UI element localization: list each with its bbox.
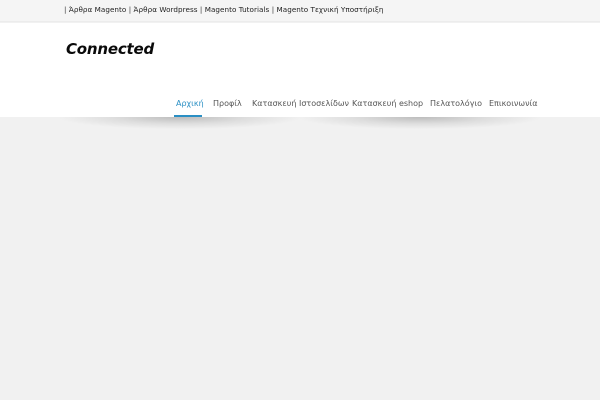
nav-item-contact[interactable]: Επικοινωνία — [489, 99, 538, 117]
nav-item-profile[interactable]: Προφίλ — [213, 99, 242, 117]
page: | Άρθρα Magento | Άρθρα Wordpress | Mage… — [0, 0, 600, 400]
top-links: | Άρθρα Magento | Άρθρα Wordpress | Mage… — [64, 5, 384, 14]
top-link-separator: | — [126, 5, 134, 14]
nav-item-eshop[interactable]: Κατασκευή eshop — [352, 99, 423, 117]
top-link-magento-support[interactable]: Magento Τεχνική Υποστήριξη — [277, 5, 384, 14]
top-link-magento-tutorials[interactable]: Magento Tutorials — [205, 5, 270, 14]
site-logo[interactable]: Connected — [66, 40, 154, 58]
site-header: Connected Αρχική Προφίλ Κατασκευή Ιστοσε… — [0, 23, 600, 117]
main-nav: Αρχική Προφίλ Κατασκευή Ιστοσελίδων Κατα… — [0, 99, 600, 117]
nav-item-web-design[interactable]: Κατασκευή Ιστοσελίδων — [252, 99, 349, 117]
top-link-magento-articles[interactable]: Άρθρα Magento — [69, 5, 127, 14]
main-content — [0, 117, 600, 400]
top-bar: | Άρθρα Magento | Άρθρα Wordpress | Mage… — [0, 0, 600, 22]
top-link-wordpress-articles[interactable]: Άρθρα Wordpress — [134, 5, 198, 14]
top-link-separator: | — [197, 5, 205, 14]
nav-item-clients[interactable]: Πελατολόγιο — [430, 99, 482, 117]
top-link-separator: | — [269, 5, 277, 14]
